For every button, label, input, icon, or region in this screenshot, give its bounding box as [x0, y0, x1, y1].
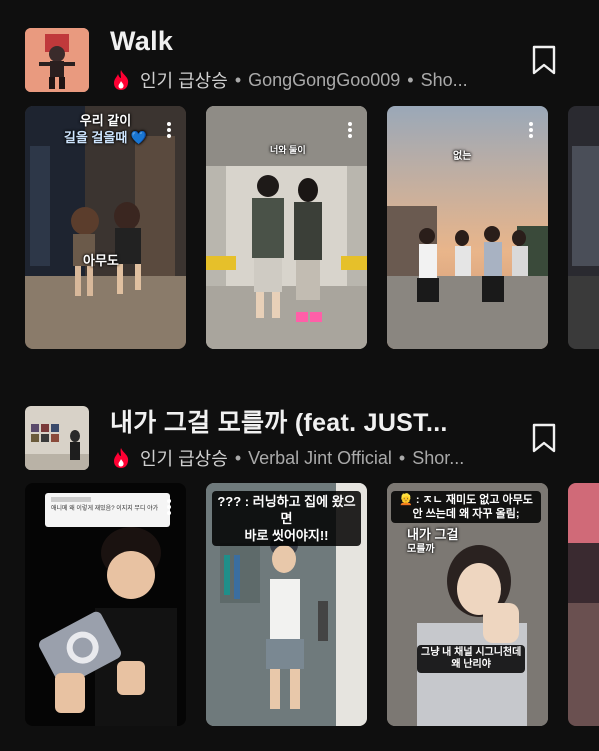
separator-dot: •: [407, 69, 414, 90]
trend-label: 인기 급상승: [140, 71, 228, 91]
shelf-header[interactable]: 내가 그걸 모를까 (feat. JUST... 인기 급상승 • Verbal…: [0, 378, 599, 478]
channel-name[interactable]: GongGongGoo009: [248, 70, 400, 91]
bookmark-icon[interactable]: [532, 45, 556, 75]
more-label[interactable]: Shor...: [412, 448, 464, 469]
more-vertical-icon[interactable]: [343, 120, 357, 142]
short-thumbnail[interactable]: [568, 106, 599, 349]
short-thumbnail[interactable]: 너와 둘이: [206, 106, 367, 349]
short-thumbnail[interactable]: 우리 같이 길을 걸을때 💙 아무도: [25, 106, 186, 349]
trending-flame-icon: [112, 447, 130, 469]
shelf-meta: 인기 급상승 • GongGongGoo009 • Sho...: [112, 67, 468, 93]
thumbnail-caption: ??? : 러닝하고 집에 왔으면 바로 씻어야지!!: [212, 491, 361, 546]
channel-name[interactable]: Verbal Jint Official: [248, 448, 392, 469]
shelf-meta: 인기 급상승 • Verbal Jint Official • Shor...: [112, 445, 464, 471]
thumbnail-caption: 아무도: [83, 253, 119, 268]
thumbnail-caption: 👱 : ㅈㄴ 재미도 없고 아무도 안 쓰는데 왜 자꾸 올림;: [391, 491, 541, 523]
separator-dot: •: [398, 447, 406, 468]
shorts-row: 애니메 왜 이렇게 재밌음? 이지지 무디 야가 ???: 러닝하고 집에 왔…: [25, 483, 599, 727]
song-cover-art[interactable]: [25, 406, 89, 470]
short-thumbnail[interactable]: 👱 : ㅈㄴ 재미도 없고 아무도 안 쓰는데 왜 자꾸 올림; 내가 그걸 모…: [387, 483, 548, 726]
short-thumbnail[interactable]: [568, 483, 599, 726]
more-vertical-icon[interactable]: [524, 120, 538, 142]
thumbnail-caption: 내가 그걸 모를까: [407, 527, 459, 555]
more-label[interactable]: Sho...: [421, 70, 468, 91]
bookmark-icon[interactable]: [532, 423, 556, 453]
thumbnail-caption: 너와 둘이: [270, 145, 306, 155]
shorts-row: 우리 같이 길을 걸을때 💙 아무도 너와 둘이 없는: [25, 106, 599, 350]
trending-flame-icon: [112, 69, 130, 91]
thumbnail-caption: 애니메 왜 이렇게 재밌음? 이지지 무디 야가: [51, 506, 159, 512]
more-vertical-icon[interactable]: [162, 120, 176, 142]
thumbnail-caption: 그냥 내 채널 시그니천데 왜 난리야: [417, 645, 526, 673]
shelf-header[interactable]: Walk 인기 급상승 • GongGongGoo009 • Sho...: [0, 0, 599, 100]
shelf-title[interactable]: 내가 그걸 모를까 (feat. JUST...: [110, 403, 448, 439]
song-cover-art[interactable]: [25, 28, 89, 92]
separator-dot: •: [234, 69, 242, 90]
short-thumbnail[interactable]: 없는: [387, 106, 548, 349]
short-thumbnail[interactable]: ??? : 러닝하고 집에 왔으면 바로 씻어야지!!: [206, 483, 367, 726]
shorts-feed: Walk 인기 급상승 • GongGongGoo009 • Sho... 우리…: [0, 0, 599, 751]
more-vertical-icon[interactable]: [162, 497, 176, 519]
separator-dot: •: [234, 447, 242, 468]
short-thumbnail[interactable]: 애니메 왜 이렇게 재밌음? 이지지 무디 야가: [25, 483, 186, 726]
trend-label: 인기 급상승: [140, 449, 228, 469]
thumbnail-caption: 없는: [453, 151, 472, 162]
shelf-title[interactable]: Walk: [110, 26, 173, 57]
